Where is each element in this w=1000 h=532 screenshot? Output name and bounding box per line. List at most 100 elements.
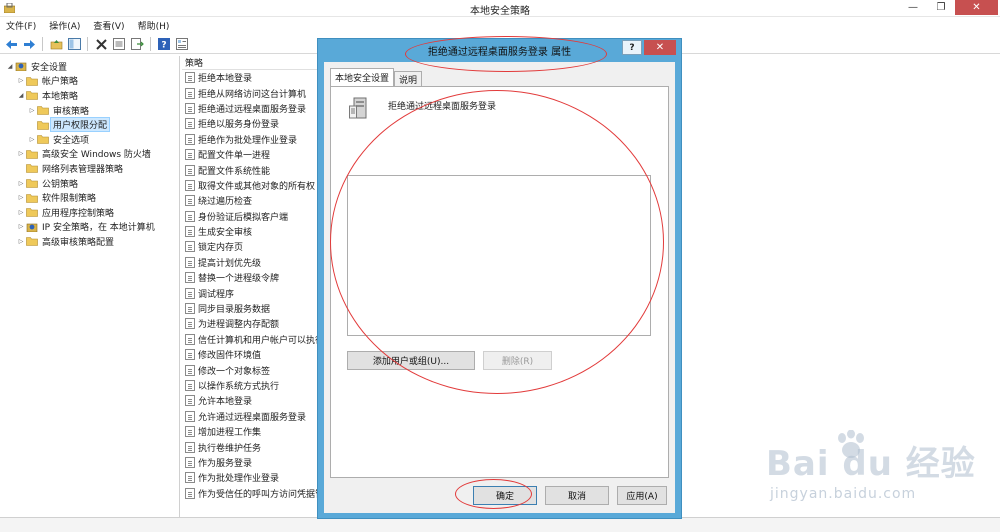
forward-arrow-icon[interactable] — [22, 37, 36, 51]
policy-document-icon — [185, 287, 195, 299]
policy-row[interactable]: 提高计划优先级 — [182, 255, 318, 270]
policy-document-icon — [185, 349, 195, 361]
back-arrow-icon[interactable] — [4, 37, 18, 51]
toolbar-separator — [87, 37, 88, 51]
folder-icon — [26, 193, 38, 203]
svg-text:?: ? — [161, 41, 166, 51]
policy-row-label: 取得文件或其他对象的所有权 — [198, 181, 316, 192]
policy-document-icon — [185, 472, 195, 484]
policy-row[interactable]: 取得文件或其他对象的所有权 — [182, 178, 318, 193]
tree-item[interactable]: ▷ IP 安全策略，在 本地计算机 — [0, 220, 179, 235]
show-tree-icon[interactable] — [67, 37, 81, 51]
add-user-or-group-button[interactable]: 添加用户或组(U)... — [347, 351, 475, 370]
watermark-url: jingyan.baidu.com — [770, 486, 917, 502]
up-folder-icon[interactable] — [49, 37, 63, 51]
collapsed-arrow-icon[interactable]: ▷ — [17, 193, 25, 203]
tree-item[interactable]: ▷ 审核策略 — [0, 103, 179, 118]
menu-action[interactable]: 操作(A) — [49, 19, 80, 32]
tree-item-label: 高级审核策略配置 — [42, 237, 115, 248]
policy-row[interactable]: 允许通过远程桌面服务登录 — [182, 409, 318, 424]
collapsed-arrow-icon[interactable]: ▷ — [28, 105, 36, 115]
policy-row[interactable]: 为进程调整内存配额 — [182, 316, 318, 331]
collapsed-arrow-icon[interactable]: ▷ — [28, 134, 36, 144]
policy-row[interactable]: 身份验证后模拟客户端 — [182, 209, 318, 224]
remove-button[interactable]: 删除(R) — [483, 351, 552, 370]
policy-row[interactable]: 信任计算机和用户帐户可以执行委派 — [182, 332, 318, 347]
policy-row[interactable]: 允许本地登录 — [182, 393, 318, 408]
policy-list-pane: 策略 拒绝本地登录 拒绝从网络访问这台计算机拒绝通过远程桌面服务登录 拒绝以服务身份… — [182, 56, 318, 517]
policy-row[interactable]: 配置文件系统性能 — [182, 162, 318, 177]
policy-row[interactable]: 拒绝作为批处理作业登录 — [182, 132, 318, 147]
minimize-button[interactable]: — — [899, 0, 927, 15]
policy-row[interactable]: 调试程序 — [182, 285, 318, 300]
tree-item[interactable]: 用户权限分配 — [0, 117, 179, 133]
policy-row[interactable]: 执行卷维护任务 — [182, 439, 318, 454]
tree-item[interactable]: ◢ 本地策略 — [0, 88, 179, 103]
policy-row[interactable]: 替换一个进程级令牌 — [182, 270, 318, 285]
tree-item[interactable]: ▷ 高级审核策略配置 — [0, 234, 179, 249]
policy-row-label: 拒绝以服务身份登录 — [198, 120, 280, 131]
cancel-button[interactable]: 取消 — [545, 486, 609, 505]
policy-row[interactable]: 增加进程工作集 — [182, 424, 318, 439]
policy-document-icon — [185, 333, 195, 345]
tree-item-label: 软件限制策略 — [42, 194, 97, 205]
collapsed-arrow-icon[interactable]: ▷ — [17, 222, 25, 232]
policy-row[interactable]: 拒绝通过远程桌面服务登录 — [182, 101, 318, 116]
collapsed-arrow-icon[interactable]: ▷ — [17, 236, 25, 246]
policy-row[interactable]: 拒绝以服务身份登录 — [182, 116, 318, 131]
collapsed-arrow-icon[interactable]: ▷ — [17, 207, 25, 217]
policy-row[interactable]: 配置文件单一进程 — [182, 147, 318, 162]
maximize-button[interactable]: ❐ — [927, 0, 955, 15]
expanded-arrow-icon[interactable]: ◢ — [6, 61, 14, 71]
server-policy-icon — [349, 97, 367, 119]
policy-row-label: 拒绝通过远程桌面服务登录 — [198, 104, 307, 115]
export-list-icon[interactable] — [130, 37, 144, 51]
tree-item[interactable]: ▷ 帐户策略 — [0, 74, 179, 89]
window-title: 本地安全策略 — [470, 6, 530, 17]
policy-row[interactable]: 拒绝本地登录 — [182, 70, 318, 85]
policy-row[interactable]: 修改一个对象标签 — [182, 362, 318, 377]
policy-row[interactable]: 拒绝从网络访问这台计算机 — [182, 85, 318, 100]
policy-row[interactable]: 生成安全审核 — [182, 224, 318, 239]
tree-item[interactable]: 网络列表管理器策略 — [0, 161, 179, 176]
policy-row[interactable]: 绕过遍历检查 — [182, 193, 318, 208]
expanded-arrow-icon[interactable]: ◢ — [17, 90, 25, 100]
tree-item[interactable]: ▷ 高级安全 Windows 防火墙 — [0, 147, 179, 162]
users-groups-list[interactable] — [347, 175, 651, 336]
collapsed-arrow-icon[interactable]: ▷ — [17, 178, 25, 188]
help-icon[interactable]: ? — [157, 37, 171, 51]
column-header-policy[interactable]: 策略 — [182, 56, 318, 70]
dialog-close-button[interactable]: ✕ — [644, 40, 676, 55]
policy-row[interactable]: 作为受信任的呼叫方访问凭据管理器 — [182, 486, 318, 501]
close-button[interactable]: ✕ — [955, 0, 998, 15]
policy-row[interactable]: 作为服务登录 — [182, 455, 318, 470]
policy-document-icon — [185, 441, 195, 453]
apply-button[interactable]: 应用(A) — [617, 486, 667, 505]
ok-button[interactable]: 确定 — [473, 486, 537, 505]
delete-icon[interactable] — [94, 37, 108, 51]
collapsed-arrow-icon[interactable]: ▷ — [17, 76, 25, 86]
policy-document-icon — [185, 410, 195, 422]
tree-item[interactable]: ▷ 安全选项 — [0, 132, 179, 147]
tree-item[interactable]: ▷ 软件限制策略 — [0, 190, 179, 205]
menu-file[interactable]: 文件(F) — [6, 19, 36, 32]
folder-icon — [26, 207, 38, 218]
collapsed-arrow-icon[interactable]: ▷ — [17, 149, 25, 159]
view-icon[interactable] — [175, 37, 189, 51]
properties-icon[interactable] — [112, 37, 126, 51]
menu-help[interactable]: 帮助(H) — [138, 19, 170, 32]
policy-row[interactable]: 以操作系统方式执行 — [182, 378, 318, 393]
tree-item[interactable]: ◢ 安全设置 — [0, 59, 179, 74]
policy-row[interactable]: 同步目录服务数据 — [182, 301, 318, 316]
policy-row[interactable]: 作为批处理作业登录 — [182, 470, 318, 485]
tree-item[interactable]: ▷ 应用程序控制策略 — [0, 205, 179, 220]
tab-local-security-setting[interactable]: 本地安全设置 — [330, 68, 395, 86]
policy-row-label: 绕过遍历检查 — [198, 197, 253, 208]
policy-row[interactable]: 锁定内存页 — [182, 239, 318, 254]
menu-view[interactable]: 查看(V) — [93, 19, 124, 32]
tab-explain[interactable]: 说明 — [394, 71, 423, 86]
dialog-help-button[interactable]: ? — [622, 40, 642, 55]
tree-item-label: 审核策略 — [53, 106, 90, 117]
policy-row[interactable]: 修改固件环境值 — [182, 347, 318, 362]
tree-item[interactable]: ▷ 公钥策略 — [0, 176, 179, 191]
